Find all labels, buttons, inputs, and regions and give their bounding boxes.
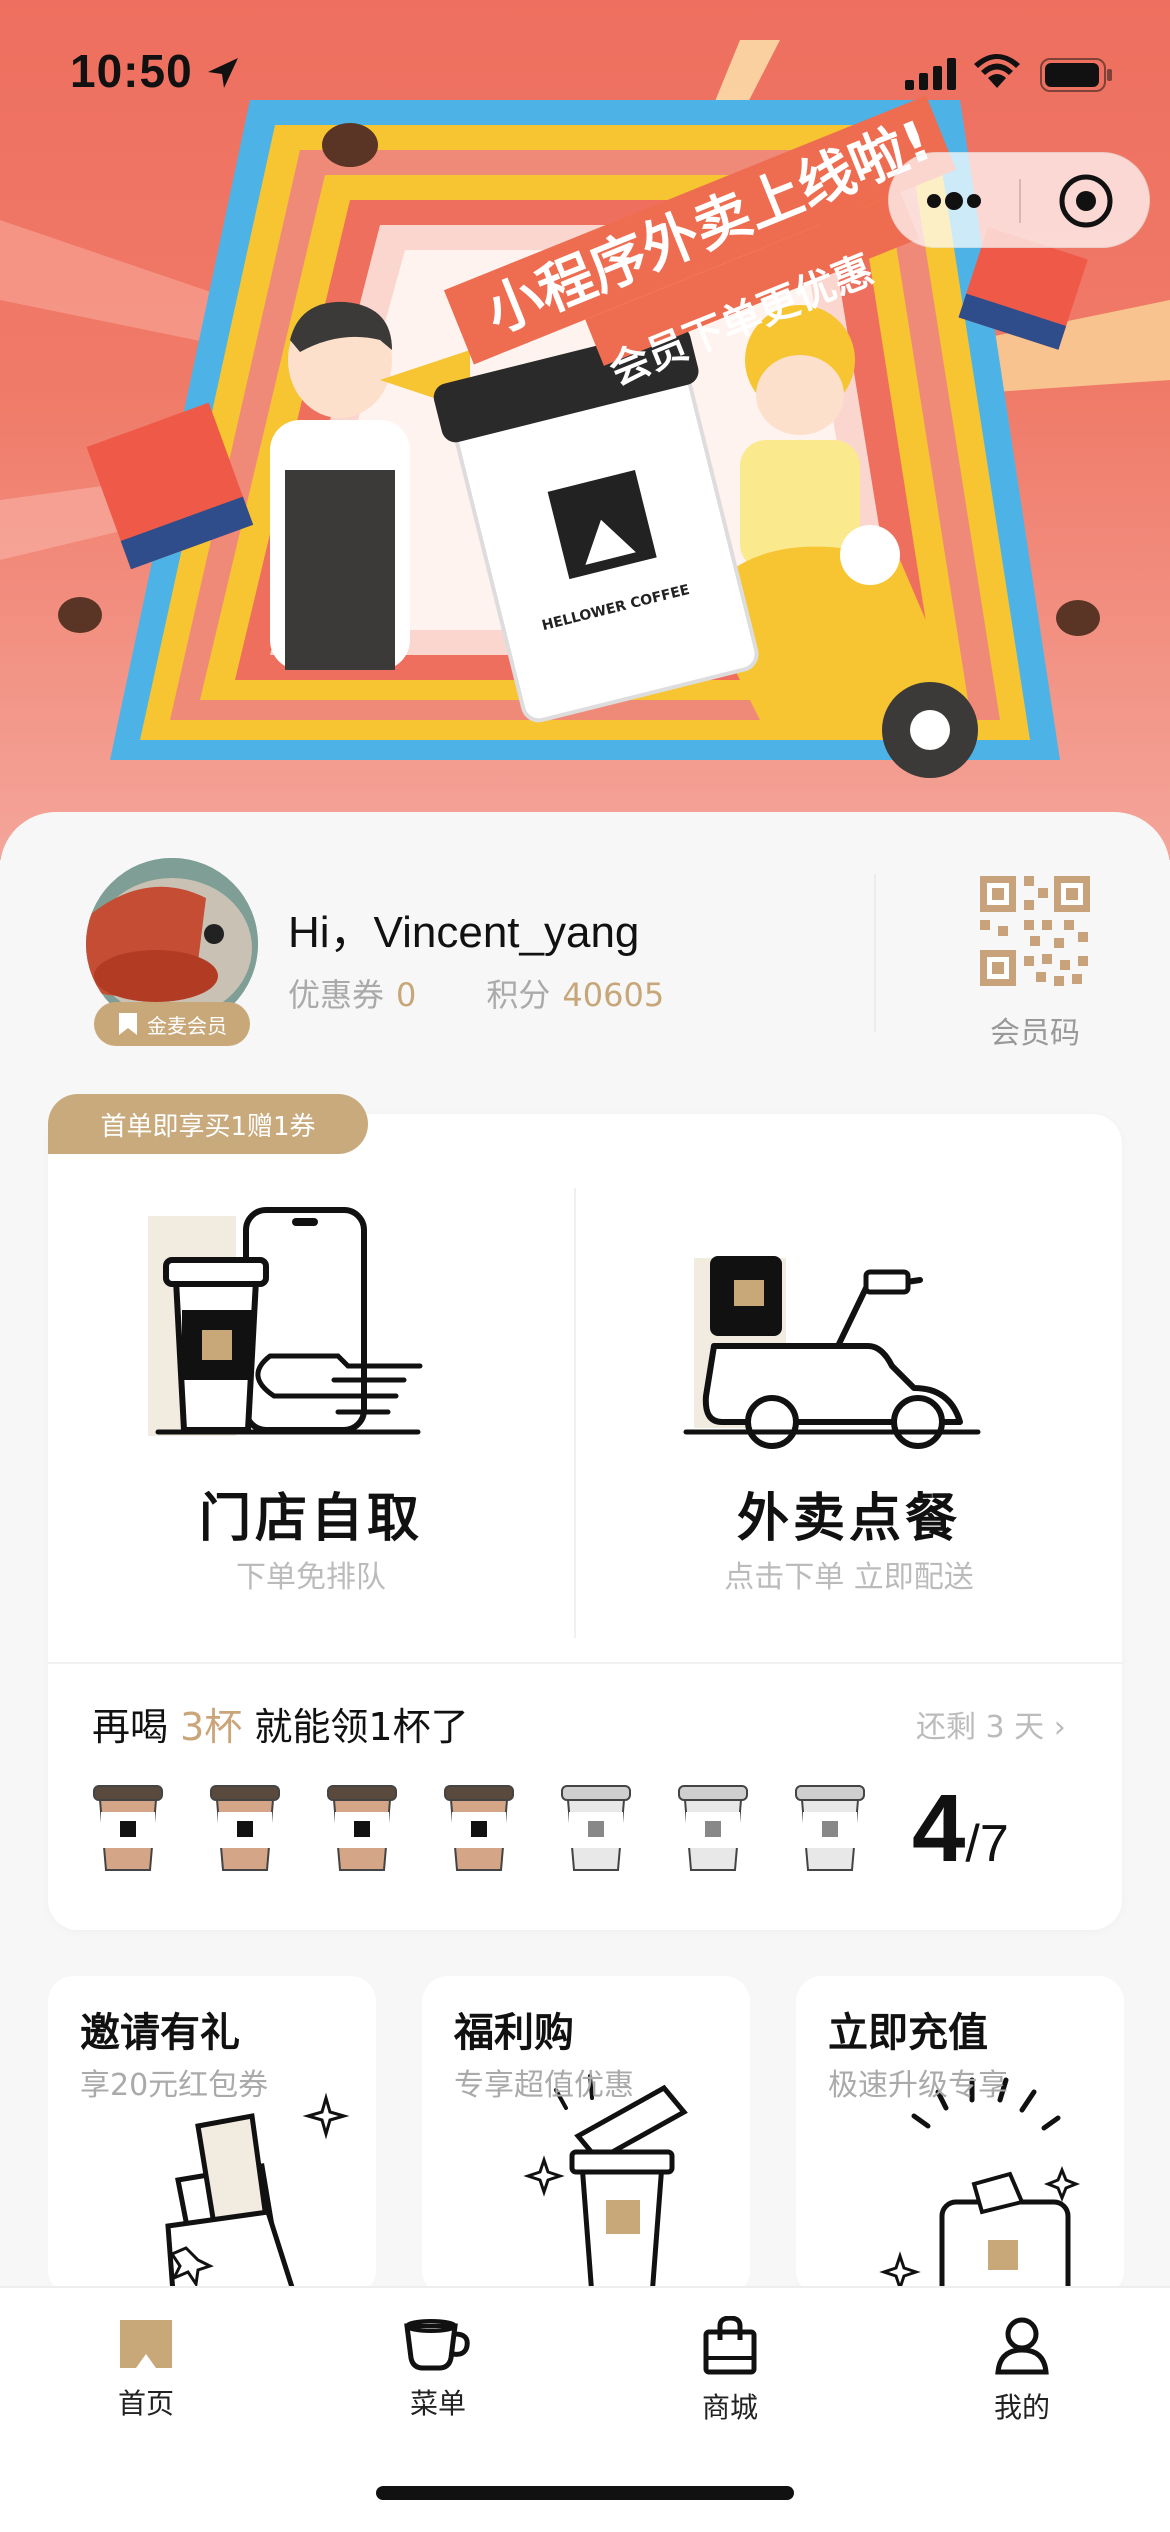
home-icon <box>120 2320 172 2368</box>
stamp-cups-row <box>90 1780 890 1880</box>
pickup-title: 门店自取 <box>198 1489 423 1549</box>
shopping-bag-icon <box>703 2316 757 2375</box>
coupon-label: 优惠券 <box>288 976 385 1014</box>
recharge-title: 立即充值 <box>828 2010 988 2056</box>
welfare-card[interactable]: 福利购 专享超值优惠 <box>422 1976 750 2296</box>
cellular-signal-icon <box>905 58 956 90</box>
user-stats: 优惠券 0 积分 40605 <box>288 970 664 1016</box>
tab-menu[interactable]: 菜单 <box>338 2308 538 2438</box>
close-miniprogram-button[interactable] <box>1021 153 1151 249</box>
welfare-subtitle: 专享超值优惠 <box>454 2068 634 2103</box>
tab-mall[interactable]: 商城 <box>630 2308 830 2438</box>
first-order-promo-tag: 首单即享买1赠1券 <box>48 1094 368 1154</box>
miniprogram-capsule <box>888 152 1150 248</box>
tab-menu-label: 菜单 <box>409 2387 466 2420</box>
stamp-cup-filled <box>210 1785 280 1871</box>
user-row-divider <box>874 874 876 1032</box>
more-button[interactable] <box>889 153 1019 249</box>
member-level-badge: 金麦会员 <box>94 1002 250 1046</box>
pickup-option[interactable]: 门店自取 下单免排队 <box>48 1160 574 1650</box>
invite-title: 邀请有礼 <box>80 2010 240 2056</box>
phone-pickup-icon <box>148 1207 423 1436</box>
pickup-subtitle: 下单免排队 <box>236 1560 386 1595</box>
stamp-cup-empty <box>795 1785 865 1871</box>
stamp-cup-empty <box>678 1785 748 1871</box>
battery-icon <box>1040 58 1112 92</box>
days-left-link[interactable]: 还剩 3 天 › <box>916 1702 1066 1746</box>
tab-mine-label: 我的 <box>993 2391 1050 2424</box>
card-horizontal-divider <box>48 1662 1122 1664</box>
stamp-progress-title: 再喝 3杯 就能领1杯了 <box>92 1696 469 1751</box>
coupon-value: 0 <box>396 976 417 1014</box>
member-level-text: 金麦会员 <box>147 1013 227 1038</box>
tab-home[interactable]: 首页 <box>46 2308 246 2438</box>
tab-home-label: 首页 <box>117 2387 174 2420</box>
invite-subtitle: 享20元红包券 <box>80 2068 269 2103</box>
stamp-suffix: 就能领1杯了 <box>254 1705 469 1749</box>
points-label: 积分 <box>486 976 551 1014</box>
welfare-title: 福利购 <box>454 2010 574 2056</box>
coupon-stat[interactable]: 优惠券 0 <box>288 970 416 1016</box>
stamp-remaining: 3杯 <box>180 1705 243 1749</box>
progress-total: /7 <box>965 1815 1009 1873</box>
status-bar: 10:50 <box>0 0 1170 140</box>
delivery-scooter-icon <box>683 1256 981 1449</box>
coffee-cup-icon <box>404 2319 470 2371</box>
member-code-label[interactable]: 会员码 <box>980 1008 1090 1052</box>
stamp-cup-filled <box>93 1785 163 1871</box>
stamp-progress-count: 4/7 <box>912 1774 1009 1884</box>
greeting: Hi，Vincent_yang <box>288 908 640 957</box>
more-dots-icon <box>927 192 981 210</box>
stamp-cup-empty <box>561 1785 631 1871</box>
recharge-card[interactable]: 立即充值 极速升级专享 <box>796 1976 1124 2296</box>
delivery-option[interactable]: 外卖点餐 点击下单 立即配送 <box>576 1160 1122 1650</box>
points-value: 40605 <box>562 976 665 1014</box>
recharge-subtitle: 极速升级专享 <box>828 2068 1008 2103</box>
progress-current: 4 <box>912 1775 966 1882</box>
stamp-prefix: 再喝 <box>92 1705 169 1749</box>
home-indicator <box>376 2486 794 2500</box>
tab-mall-label: 商城 <box>701 2391 758 2424</box>
bookmark-icon <box>119 1013 137 1035</box>
status-time: 10:50 <box>70 45 193 97</box>
points-stat[interactable]: 积分 40605 <box>486 970 664 1016</box>
location-arrow-icon <box>208 58 238 88</box>
tab-mine[interactable]: 我的 <box>922 2308 1122 2438</box>
qr-code-icon[interactable] <box>980 876 1090 986</box>
stamp-cup-filled <box>444 1785 514 1871</box>
person-icon <box>995 2317 1049 2375</box>
wifi-icon <box>974 54 1020 88</box>
delivery-title: 外卖点餐 <box>736 1489 961 1549</box>
target-close-icon <box>1059 174 1113 228</box>
stamp-cup-filled <box>327 1785 397 1871</box>
invite-card[interactable]: 邀请有礼 享20元红包券 <box>48 1976 376 2296</box>
delivery-subtitle: 点击下单 立即配送 <box>724 1560 974 1595</box>
